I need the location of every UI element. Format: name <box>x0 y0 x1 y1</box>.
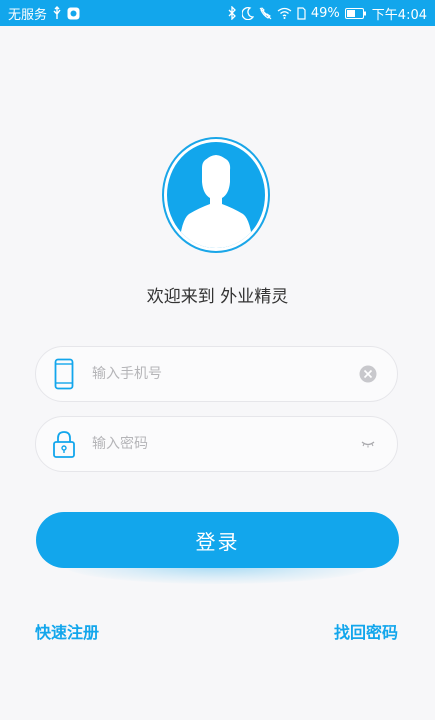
phone-input[interactable] <box>92 354 357 394</box>
avatar-image <box>167 142 265 248</box>
login-button[interactable]: 登录 <box>36 512 399 568</box>
sim-icon <box>297 6 306 20</box>
moon-icon <box>241 6 254 20</box>
forgot-password-link[interactable]: 找回密码 <box>334 619 398 643</box>
battery-percent: 49% <box>310 5 340 21</box>
app-notification-icon <box>67 7 80 20</box>
eye-closed-icon[interactable] <box>357 433 379 455</box>
phone-field[interactable] <box>35 346 398 402</box>
welcome-text: 欢迎来到 外业精灵 <box>146 287 289 307</box>
wifi-icon <box>277 7 292 19</box>
status-right: 49% 下午4:04 <box>228 4 427 23</box>
user-silhouette-icon <box>179 155 253 248</box>
carrier-text: 无服务 <box>8 7 48 23</box>
password-input[interactable] <box>92 424 357 464</box>
register-link[interactable]: 快速注册 <box>35 619 99 643</box>
clock: 下午4:04 <box>371 7 427 23</box>
usb-icon <box>52 6 62 20</box>
status-bar: 无服务 49% 下午4:04 <box>0 0 435 26</box>
status-left: 无服务 <box>8 4 80 23</box>
battery-icon <box>344 7 367 19</box>
clear-icon[interactable] <box>357 363 379 385</box>
avatar <box>162 137 270 253</box>
phone-icon <box>50 357 78 391</box>
password-field[interactable] <box>35 416 398 472</box>
bluetooth-icon <box>228 6 237 20</box>
lock-icon <box>50 427 78 461</box>
mute-icon <box>259 6 272 20</box>
